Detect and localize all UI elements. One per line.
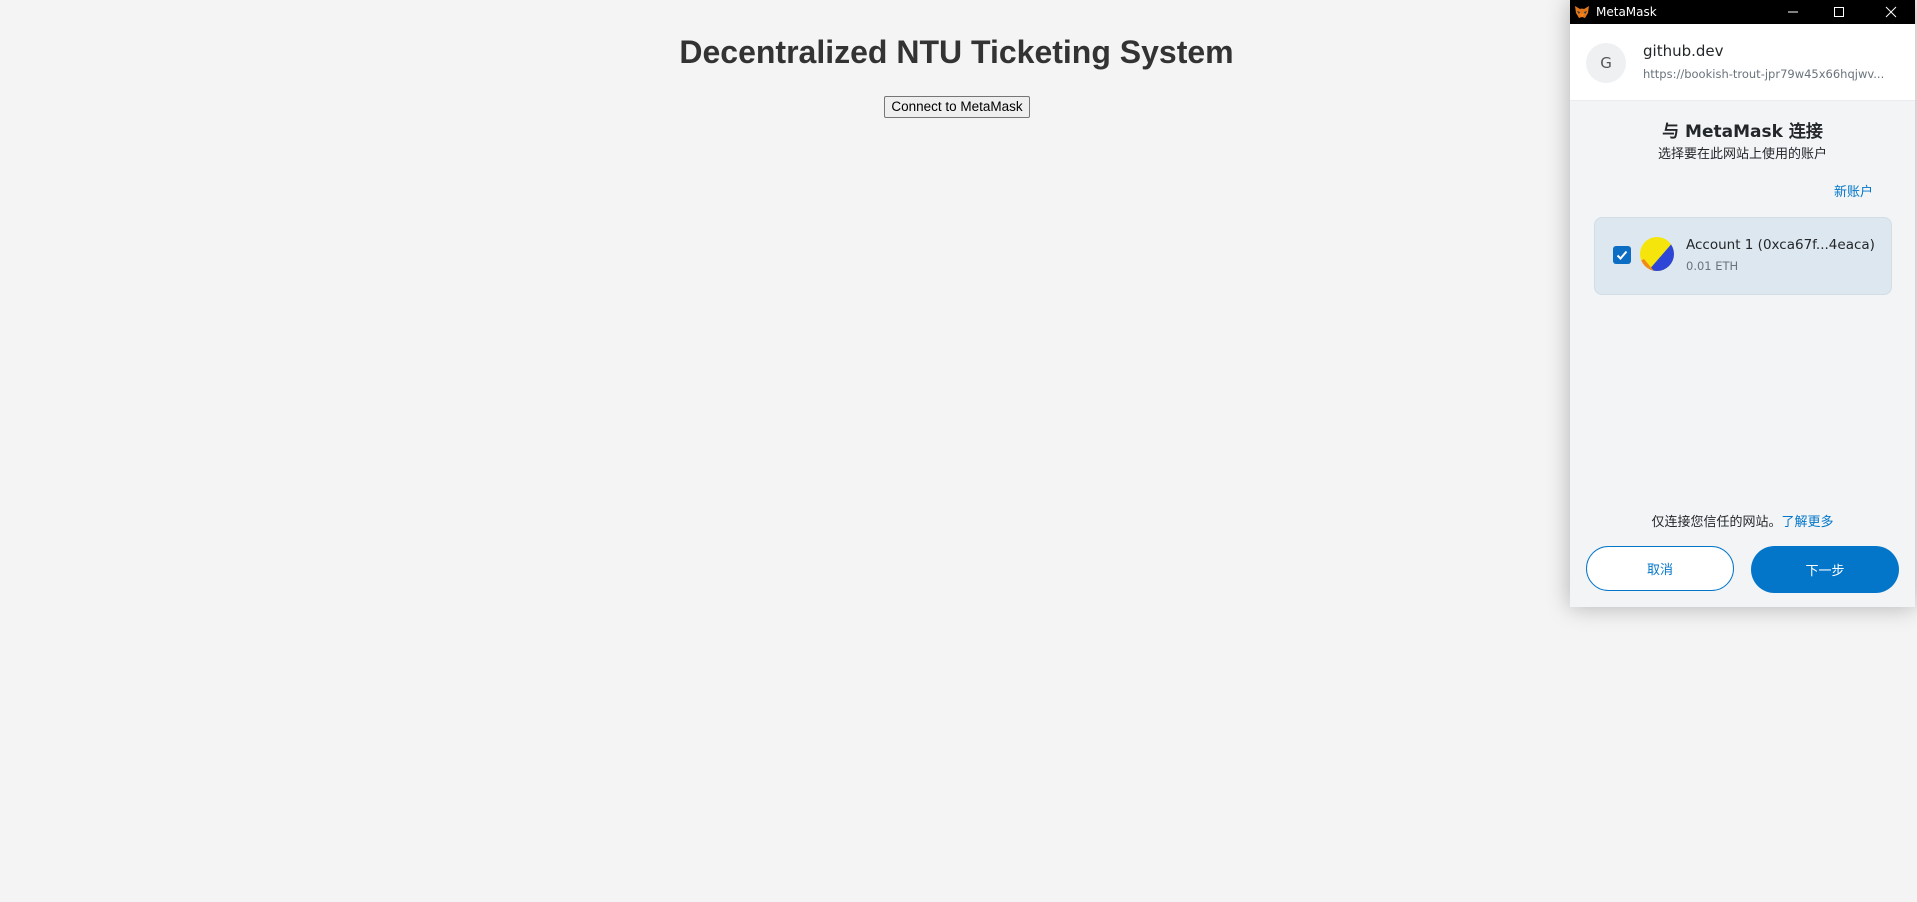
close-icon[interactable] xyxy=(1868,0,1914,24)
trust-note-text: 仅连接您信任的网站。 xyxy=(1651,515,1782,530)
metamask-fox-icon xyxy=(1575,6,1589,18)
site-avatar: G xyxy=(1586,43,1626,83)
maximize-icon[interactable] xyxy=(1816,0,1862,24)
site-name: github.dev xyxy=(1643,42,1724,60)
connect-panel: 与 MetaMask 连接 选择要在此网站上使用的账户 新账户 Account … xyxy=(1570,101,1915,601)
connect-heading: 与 MetaMask 连接 xyxy=(1662,122,1823,142)
account-balance: 0.01 ETH xyxy=(1686,259,1739,273)
account-name: Account 1 (0xca67f...4eaca) xyxy=(1686,237,1875,253)
checkbox-checked-icon[interactable] xyxy=(1613,246,1631,264)
connect-metamask-button[interactable]: Connect to MetaMask xyxy=(884,96,1030,118)
window-titlebar: MetaMask xyxy=(1570,0,1915,24)
account-list-item[interactable]: Account 1 (0xca67f...4eaca) 0.01 ETH xyxy=(1594,217,1892,295)
connect-subheading: 选择要在此网站上使用的账户 xyxy=(1657,147,1827,162)
metamask-popup-window: MetaMask G github.dev https://bookish-tr… xyxy=(1570,0,1915,607)
minimize-icon[interactable] xyxy=(1770,0,1816,24)
account-avatar-icon xyxy=(1640,237,1674,271)
site-url: https://bookish-trout-jpr79w45x66hqjwv..… xyxy=(1643,67,1885,81)
next-button[interactable]: 下一步 xyxy=(1751,546,1899,593)
cancel-button[interactable]: 取消 xyxy=(1586,546,1734,591)
new-account-link[interactable]: 新账户 xyxy=(1834,181,1873,200)
window-title: MetaMask xyxy=(1596,5,1657,19)
site-header: G github.dev https://bookish-trout-jpr79… xyxy=(1570,24,1915,101)
trust-note: 仅连接您信任的网站。了解更多 xyxy=(1570,511,1915,530)
learn-more-link[interactable]: 了解更多 xyxy=(1782,515,1834,530)
